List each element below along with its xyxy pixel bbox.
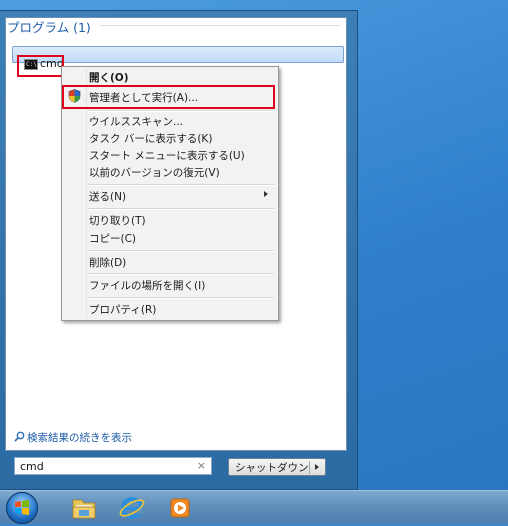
search-input-value[interactable]: cmd (20, 460, 44, 473)
shutdown-divider (309, 461, 310, 474)
see-more-results-link[interactable]: 検索結果の続きを表示 (14, 430, 132, 445)
group-divider (100, 25, 340, 26)
menu-separator (88, 297, 274, 299)
internet-explorer-icon (119, 497, 145, 519)
menu-item-delete[interactable]: 削除(D) (89, 255, 126, 270)
windows-logo-icon (15, 500, 29, 515)
taskbar-media-player-button[interactable] (160, 494, 200, 522)
taskbar-explorer-button[interactable] (64, 494, 104, 522)
menu-item-cut[interactable]: 切り取り(T) (89, 213, 146, 228)
submenu-arrow-icon (264, 191, 268, 197)
shutdown-button[interactable]: シャットダウン (228, 458, 326, 476)
search-icon (14, 431, 25, 442)
menu-separator (88, 110, 274, 112)
programs-group-header: プログラム (1) (7, 20, 91, 35)
taskbar (0, 490, 508, 524)
menu-separator (88, 250, 274, 252)
menu-item-copy[interactable]: コピー(C) (89, 231, 136, 246)
shutdown-options-arrow-icon[interactable] (315, 464, 319, 470)
menu-separator (88, 273, 274, 275)
clear-search-icon[interactable]: × (197, 459, 206, 472)
menu-item-pin-taskbar[interactable]: タスク バーに表示する(K) (89, 131, 212, 146)
folder-icon (72, 499, 96, 519)
menu-item-open[interactable]: 開く(O) (89, 70, 129, 85)
see-more-label[interactable]: 検索結果の続きを表示 (27, 432, 132, 444)
taskbar-ie-button[interactable] (112, 494, 152, 522)
shutdown-label[interactable]: シャットダウン (235, 460, 309, 475)
menu-item-properties[interactable]: プロパティ(R) (89, 302, 156, 317)
menu-item-virus-scan[interactable]: ウイルススキャン... (89, 114, 183, 129)
windows-start-orb[interactable] (6, 492, 38, 524)
run-as-admin-highlight-box (62, 85, 275, 109)
media-player-icon (170, 498, 190, 518)
menu-separator (88, 184, 274, 186)
result-highlight-box (17, 55, 64, 77)
search-input[interactable]: cmd × (14, 457, 212, 475)
menu-item-send-to[interactable]: 送る(N) (89, 189, 126, 204)
menu-item-pin-start[interactable]: スタート メニューに表示する(U) (89, 148, 245, 163)
menu-item-open-location[interactable]: ファイルの場所を開く(I) (89, 278, 205, 293)
menu-item-restore-versions[interactable]: 以前のバージョンの復元(V) (89, 165, 220, 180)
menu-separator (88, 208, 274, 210)
